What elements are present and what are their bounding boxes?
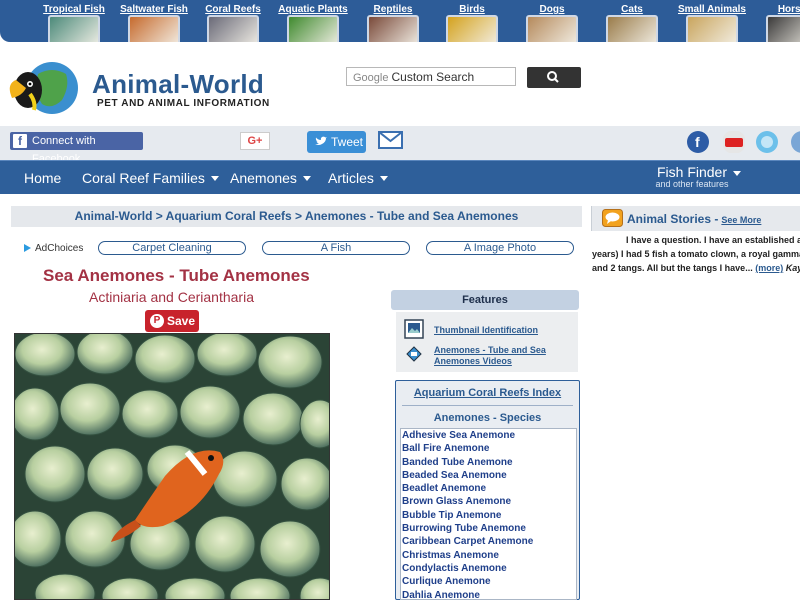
- facebook-icon: f: [13, 134, 27, 148]
- nav-anemones[interactable]: Anemones: [230, 170, 311, 186]
- search-button[interactable]: [527, 67, 581, 88]
- animal-stories-title: Animal Stories - See More: [627, 212, 761, 226]
- stories-title-text: Animal Stories -: [627, 212, 719, 226]
- save-label: Save: [167, 314, 196, 328]
- facebook-round-icon[interactable]: f: [686, 130, 710, 154]
- list-item[interactable]: Curlique Anemone: [401, 575, 576, 588]
- coral-reefs-index: Aquarium Coral Reefs Index Anemones - Sp…: [395, 380, 580, 600]
- list-item[interactable]: Caribbean Carpet Anemone: [401, 535, 576, 548]
- twitter-round-icon[interactable]: [755, 130, 779, 154]
- story-line-3-text: and 2 tangs. All but the tangs I have...: [592, 263, 753, 273]
- site-title[interactable]: Animal-World: [92, 69, 264, 100]
- tweet-label: Tweet: [331, 135, 364, 149]
- list-item[interactable]: Banded Tube Anemone: [401, 456, 576, 469]
- nav-coral-reef-families-label: Coral Reef Families: [82, 170, 205, 186]
- anemone-photo: [14, 333, 330, 600]
- fish-finder-sublabel: and other features: [655, 179, 729, 189]
- site-header: Animal-World PET AND ANIMAL INFORMATION …: [0, 42, 800, 126]
- list-item[interactable]: Christmas Anemone: [401, 549, 576, 562]
- pinterest-icon: P: [150, 314, 164, 328]
- youtube-icon[interactable]: [722, 130, 746, 154]
- breadcrumb[interactable]: Animal-World > Aquarium Coral Reefs > An…: [11, 206, 582, 227]
- index-title[interactable]: Aquarium Coral Reefs Index: [396, 387, 579, 399]
- nav-coral-reef-families[interactable]: Coral Reef Families: [82, 170, 219, 186]
- google-plus-button[interactable]: G+: [240, 132, 270, 150]
- nav-articles[interactable]: Articles: [328, 170, 388, 186]
- animal-stories-header: Animal Stories - See More: [591, 206, 800, 231]
- ad-link-a-fish[interactable]: A Fish: [262, 241, 410, 255]
- chevron-down-icon: [210, 176, 219, 181]
- picture-icon[interactable]: [404, 319, 424, 339]
- svg-text:f: f: [695, 134, 700, 150]
- toucan-logo-icon[interactable]: [8, 60, 80, 116]
- facebook-connect-button[interactable]: f Connect with Facebook: [10, 132, 143, 165]
- list-item[interactable]: Brown Glass Anemone: [401, 495, 576, 508]
- search-icon: [547, 71, 559, 83]
- search-placeholder: Custom Search: [391, 70, 475, 84]
- species-list[interactable]: Adhesive Sea Anemone Ball Fire Anemone B…: [400, 428, 577, 600]
- social-bar: f Connect with Facebook G+ Tweet f: [0, 126, 800, 165]
- nav-fish-finder[interactable]: Fish Finder and other features: [640, 164, 744, 189]
- ad-link-carpet-cleaning[interactable]: Carpet Cleaning: [98, 241, 246, 255]
- rss-icon[interactable]: [790, 130, 800, 154]
- adchoices-icon: [24, 244, 31, 252]
- story-author: Kay I: [785, 263, 800, 273]
- feature-videos-line2: Anemones Videos: [434, 356, 512, 366]
- tweet-button[interactable]: Tweet: [307, 131, 366, 153]
- chevron-down-icon: [302, 176, 311, 181]
- nav-articles-label: Articles: [328, 170, 374, 186]
- page-title: Sea Anemones - Tube Anemones: [43, 266, 310, 285]
- search-brand: Google: [353, 72, 389, 84]
- search-input[interactable]: Google Custom Search: [346, 67, 516, 86]
- index-divider: [402, 405, 573, 406]
- list-item[interactable]: Ball Fire Anemone: [401, 442, 576, 455]
- list-item[interactable]: Burrowing Tube Anemone: [401, 522, 576, 535]
- chevron-down-icon[interactable]: [733, 171, 741, 176]
- site-subtitle: PET AND ANIMAL INFORMATION: [97, 98, 270, 109]
- story-line-3: and 2 tangs. All but the tangs I have...…: [592, 262, 800, 274]
- pinterest-save-button[interactable]: P Save: [145, 310, 199, 332]
- story-more-link[interactable]: (more): [755, 263, 783, 273]
- story-line-2: years) I had 5 fish a tomato clown, a ro…: [592, 249, 800, 259]
- nav-home-label: Home: [24, 170, 62, 186]
- video-icon[interactable]: [404, 344, 424, 364]
- feature-videos-line1: Anemones - Tube and Sea: [434, 345, 546, 355]
- list-item[interactable]: Condylactis Anemone: [401, 562, 576, 575]
- nav-anemones-label: Anemones: [230, 170, 297, 186]
- list-item[interactable]: Adhesive Sea Anemone: [401, 429, 576, 442]
- fish-finder-label: Fish Finder: [656, 164, 728, 180]
- see-more-link[interactable]: See More: [721, 215, 761, 225]
- feature-anemones-videos[interactable]: Anemones - Tube and Sea Anemones Videos: [434, 345, 546, 367]
- list-item[interactable]: Dahlia Anemone: [401, 589, 576, 599]
- list-item[interactable]: Beaded Sea Anemone: [401, 469, 576, 482]
- main-nav: Home Coral Reef Families Anemones Articl…: [0, 160, 800, 194]
- twitter-bird-icon: [315, 136, 327, 145]
- anemone-clownfish-image: [15, 334, 329, 599]
- ad-link-a-image-photo[interactable]: A Image Photo: [426, 241, 574, 255]
- adchoices-label: AdChoices: [35, 243, 84, 254]
- list-item[interactable]: Beadlet Anemone: [401, 482, 576, 495]
- email-icon[interactable]: [378, 131, 403, 149]
- nav-home[interactable]: Home: [24, 170, 61, 186]
- index-subtitle: Anemones - Species: [433, 412, 542, 424]
- adchoices[interactable]: AdChoices: [24, 243, 83, 254]
- chevron-down-icon: [379, 176, 388, 181]
- features-heading: Features: [391, 290, 579, 310]
- feature-thumbnail-identification[interactable]: Thumbnail Identification: [434, 325, 538, 336]
- story-line-1: I have a question. I have an established…: [626, 235, 800, 245]
- list-item[interactable]: Bubble Tip Anemone: [401, 509, 576, 522]
- features-panel: Thumbnail Identification Anemones - Tube…: [396, 312, 578, 372]
- page-subtitle: Actiniaria and Ceriantharia: [89, 289, 254, 305]
- speech-bubble-icon: [602, 209, 623, 227]
